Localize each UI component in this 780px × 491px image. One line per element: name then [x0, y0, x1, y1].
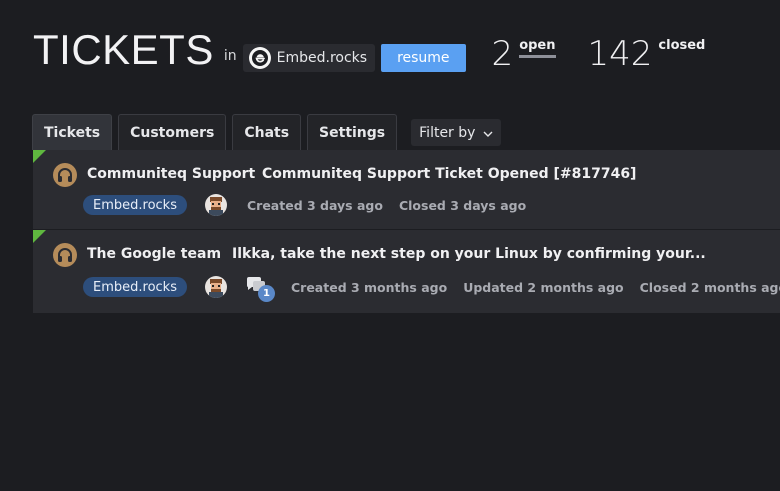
ticket-sender: The Google team [87, 246, 222, 262]
open-label: open [519, 38, 556, 58]
ticket-subject[interactable]: Ilkka, take the next step on your Linux … [232, 246, 706, 262]
status-open-marker [33, 150, 46, 163]
status-open-marker [33, 230, 46, 243]
created-time: Created 3 months ago [290, 279, 448, 295]
filter-label: Filter by [419, 124, 476, 141]
avatar[interactable] [204, 276, 227, 298]
ticket-sender: Communiteq Support [87, 166, 256, 182]
closed-time: Closed 3 days ago [398, 197, 527, 213]
closed-label: closed [658, 38, 706, 53]
tab-bar: Tickets Customers Chats Settings Filter … [32, 113, 502, 150]
ticket-subject[interactable]: Communiteq Support Ticket Opened [#81774… [262, 166, 636, 182]
closed-count: 142 [587, 34, 653, 74]
server-tag[interactable]: Embed.rocks [83, 195, 187, 215]
updated-time: Updated 2 months ago [463, 279, 624, 295]
in-label: in [223, 48, 237, 64]
ticket-meta: Embed.rocks 1 Created 3 months ago Updat… [83, 276, 780, 302]
ticket-meta: Embed.rocks Created 3 days ago Closed 3 … [83, 194, 526, 216]
tab-settings[interactable]: Settings [307, 114, 398, 150]
server-name: Embed.rocks [276, 50, 368, 66]
server-selector[interactable]: Embed.rocks [242, 44, 376, 72]
page-title: TICKETS [33, 26, 214, 73]
chat-count-badge: 1 [257, 285, 275, 302]
ticket-row[interactable]: The Google team Ilkka, take the next ste… [33, 230, 780, 314]
headset-icon [53, 163, 77, 187]
ticket-row[interactable]: Communiteq Support Communiteq Support Ti… [33, 150, 780, 230]
chevron-down-icon [483, 125, 493, 141]
resume-button[interactable]: resume [381, 44, 466, 72]
tab-tickets[interactable]: Tickets [32, 114, 113, 150]
chat-bubble-icon[interactable]: 1 [245, 276, 275, 302]
avatar[interactable] [204, 194, 227, 216]
closed-count-stat[interactable]: 142 closed [588, 34, 706, 74]
open-count: 2 [491, 34, 514, 74]
tab-chats[interactable]: Chats [232, 114, 302, 150]
page-header: TICKETS in Embed.rocks resume 2 open 142… [33, 14, 705, 74]
embed-logo-icon [248, 47, 271, 69]
filter-dropdown[interactable]: Filter by [411, 119, 502, 146]
ticket-list: Communiteq Support Communiteq Support Ti… [33, 150, 780, 314]
server-tag[interactable]: Embed.rocks [83, 277, 187, 297]
tab-customers[interactable]: Customers [118, 114, 227, 150]
created-time: Created 3 days ago [246, 197, 383, 213]
open-count-stat[interactable]: 2 open [492, 34, 556, 74]
closed-time: Closed 2 months ago [639, 279, 780, 295]
headset-icon [53, 243, 77, 267]
